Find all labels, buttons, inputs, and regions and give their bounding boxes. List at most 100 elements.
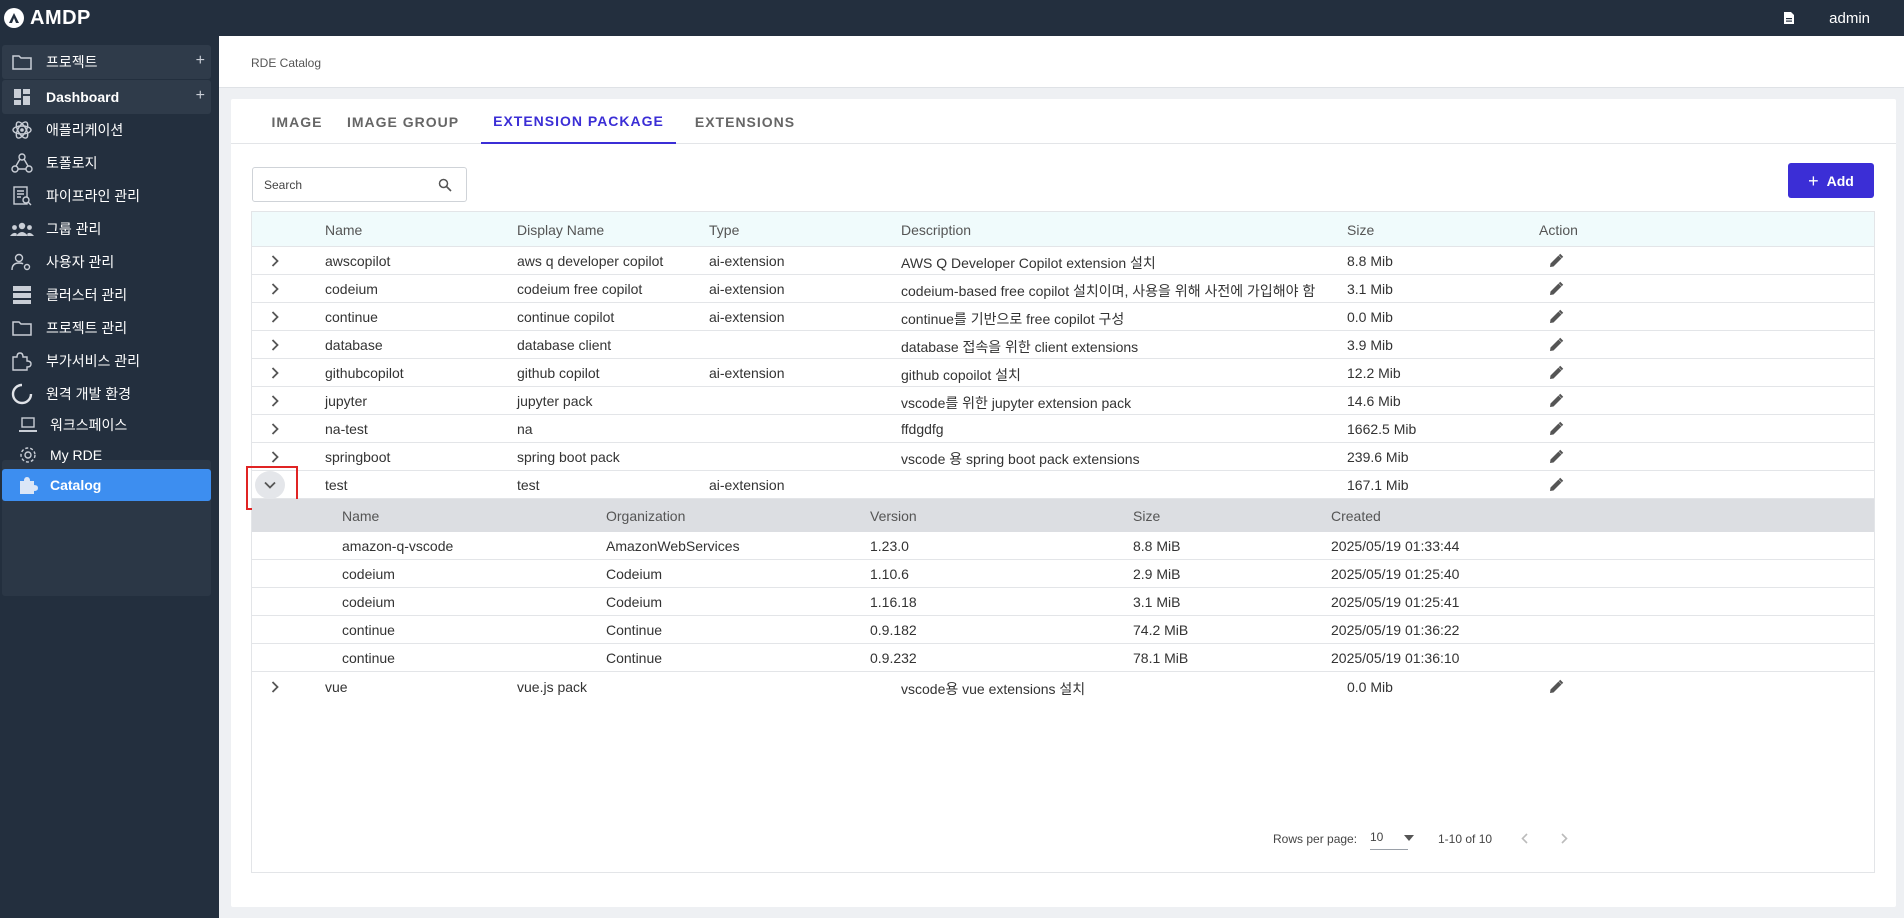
- chevron-right-icon[interactable]: [1556, 830, 1572, 846]
- app-logo[interactable]: AMDP: [4, 7, 91, 30]
- sub-cell-name: amazon-q-vscode: [342, 538, 454, 554]
- cell-name: database: [325, 337, 383, 353]
- chevron-right-icon[interactable]: [265, 447, 285, 467]
- sub-cell-organization: Codeium: [606, 566, 663, 582]
- pencil-icon[interactable]: [1546, 363, 1566, 383]
- header-size[interactable]: Size: [1347, 222, 1374, 238]
- table-row-expanded[interactable]: test test ai-extension 167.1 Mib: [246, 466, 1874, 510]
- chevron-right-icon[interactable]: [265, 307, 285, 327]
- cell-type: ai-extension: [709, 253, 785, 269]
- page-range: 1-10 of 10: [1438, 832, 1493, 846]
- cell-size: 3.9 Mib: [1347, 337, 1393, 353]
- sidebar-item-catalog[interactable]: Catalog: [2, 469, 211, 501]
- sub-header-name: Name: [342, 508, 380, 524]
- tab-image-group[interactable]: IMAGE GROUP: [345, 99, 461, 144]
- sidebar-item-group-management[interactable]: 그룹 관리: [2, 212, 211, 246]
- header-type[interactable]: Type: [709, 222, 739, 238]
- cell-size: 0.0 Mib: [1347, 679, 1393, 695]
- pencil-icon[interactable]: [1546, 307, 1566, 327]
- sidebar-item-project-management[interactable]: 프로젝트 관리: [2, 311, 211, 345]
- chevron-right-icon[interactable]: [265, 419, 285, 439]
- tab-extension-package[interactable]: EXTENSION PACKAGE: [481, 99, 676, 144]
- rows-per-page-value: 10: [1370, 830, 1384, 844]
- document-icon[interactable]: [1783, 11, 1795, 25]
- pencil-icon[interactable]: [1546, 251, 1566, 271]
- rows-per-page-select[interactable]: 10: [1370, 826, 1414, 850]
- sub-cell-name: continue: [342, 622, 395, 638]
- sub-header-organization: Organization: [606, 508, 686, 524]
- chevron-right-icon[interactable]: [265, 677, 285, 697]
- header-display-name[interactable]: Display Name: [517, 222, 604, 238]
- pencil-icon[interactable]: [1546, 391, 1566, 411]
- tab-extensions[interactable]: EXTENSIONS: [686, 99, 804, 144]
- header-description[interactable]: Description: [901, 222, 971, 238]
- subtable-row: amazon-q-vscode AmazonWebServices 1.23.0…: [252, 532, 1874, 560]
- sidebar-item-cluster-management[interactable]: 클러스터 관리: [2, 278, 211, 312]
- chevron-right-icon[interactable]: [265, 363, 285, 383]
- pencil-icon[interactable]: [1546, 447, 1566, 467]
- sub-cell-organization: Continue: [606, 622, 663, 638]
- sidebar-item-dashboard[interactable]: Dashboard +: [2, 80, 211, 114]
- table-row[interactable]: githubcopilot github copilot ai-extensio…: [252, 359, 1874, 387]
- cell-description: vscode용 vue extensions 설치: [901, 681, 1086, 697]
- cell-display-name: jupyter pack: [517, 393, 593, 409]
- sidebar-item-pipeline[interactable]: 파이프라인 관리: [2, 179, 211, 213]
- add-button[interactable]: + Add: [1788, 163, 1874, 198]
- sidebar-item-remote-dev-env[interactable]: 원격 개발 환경: [2, 377, 211, 411]
- sidebar-item-addon-management[interactable]: 부가서비스 관리: [2, 344, 211, 378]
- chevron-right-icon[interactable]: [265, 251, 285, 271]
- sidebar: 프로젝트 + Dashboard + 애플리케이션 토폴로지 파이프라인 관리 …: [0, 36, 219, 918]
- search-input[interactable]: Search: [252, 167, 467, 202]
- sidebar-item-application[interactable]: 애플리케이션: [2, 113, 211, 147]
- breadcrumb-bar: RDE Catalog: [219, 36, 1904, 88]
- pencil-icon[interactable]: [1546, 279, 1566, 299]
- sidebar-item-my-rde[interactable]: My RDE: [2, 439, 211, 471]
- breadcrumb: RDE Catalog: [251, 56, 322, 70]
- table-row[interactable]: jupyter jupyter pack vscode를 위한 jupyter …: [252, 387, 1874, 415]
- sub-cell-version: 1.10.6: [870, 566, 909, 582]
- table-row[interactable]: vue vue.js pack vscode용 vue extensions 설…: [252, 673, 1874, 703]
- pencil-icon[interactable]: [1546, 419, 1566, 439]
- header-name[interactable]: Name: [325, 222, 362, 238]
- chevron-right-icon[interactable]: [265, 335, 285, 355]
- table-row[interactable]: continue continue copilot ai-extension c…: [252, 303, 1874, 331]
- sub-cell-size: 8.8 MiB: [1133, 538, 1181, 554]
- sidebar-item-workspace[interactable]: 워크스페이스: [2, 409, 211, 441]
- cell-size: 0.0 Mib: [1347, 309, 1393, 325]
- pencil-icon[interactable]: [1546, 677, 1566, 697]
- top-bar: AMDP admin: [0, 0, 1904, 36]
- table-row[interactable]: codeium codeium free copilot ai-extensio…: [252, 275, 1874, 303]
- sub-cell-organization: AmazonWebServices: [606, 538, 740, 554]
- add-project-icon[interactable]: +: [196, 53, 205, 69]
- sub-cell-version: 1.16.18: [870, 594, 917, 610]
- cell-display-name: codeium free copilot: [517, 281, 643, 297]
- sidebar-item-project[interactable]: 프로젝트 +: [2, 45, 211, 79]
- cell-name: awscopilot: [325, 253, 391, 269]
- dropdown-arrow-icon: [1404, 830, 1414, 844]
- cell-display-name: github copilot: [517, 365, 600, 381]
- cell-description: vscode를 위한 jupyter extension pack: [901, 395, 1132, 411]
- pencil-icon[interactable]: [1546, 475, 1566, 495]
- cell-description: github copoilot 설치: [901, 367, 1021, 383]
- sidebar-item-topology[interactable]: 토폴로지: [2, 146, 211, 180]
- sidebar-item-user-management[interactable]: 사용자 관리: [2, 245, 211, 279]
- chevron-right-icon[interactable]: [265, 391, 285, 411]
- cell-description: codeium-based free copilot 설치이며, 사용을 위해 …: [901, 283, 1316, 299]
- table-row[interactable]: awscopilot aws q developer copilot ai-ex…: [252, 247, 1874, 275]
- add-dashboard-icon[interactable]: +: [196, 88, 205, 104]
- tab-image[interactable]: IMAGE: [262, 99, 332, 144]
- sub-cell-created: 2025/05/19 01:25:40: [1331, 566, 1460, 582]
- table-row[interactable]: na-test na ffdgdfg 1662.5 Mib: [252, 415, 1874, 443]
- user-menu[interactable]: admin: [1829, 10, 1870, 27]
- sub-cell-size: 2.9 MiB: [1133, 566, 1181, 582]
- chevron-left-icon[interactable]: [1516, 830, 1532, 846]
- sub-header-version: Version: [870, 508, 917, 524]
- table-row[interactable]: springboot spring boot pack vscode 용 spr…: [252, 443, 1874, 471]
- cell-type: ai-extension: [709, 309, 785, 325]
- cell-display-name: vue.js pack: [517, 679, 588, 695]
- search-icon[interactable]: [438, 178, 452, 197]
- pencil-icon[interactable]: [1546, 335, 1566, 355]
- table-row[interactable]: database database client database 접속을 위한…: [252, 331, 1874, 359]
- chevron-right-icon[interactable]: [265, 279, 285, 299]
- catalog-card: IMAGE IMAGE GROUP EXTENSION PACKAGE EXTE…: [231, 99, 1896, 907]
